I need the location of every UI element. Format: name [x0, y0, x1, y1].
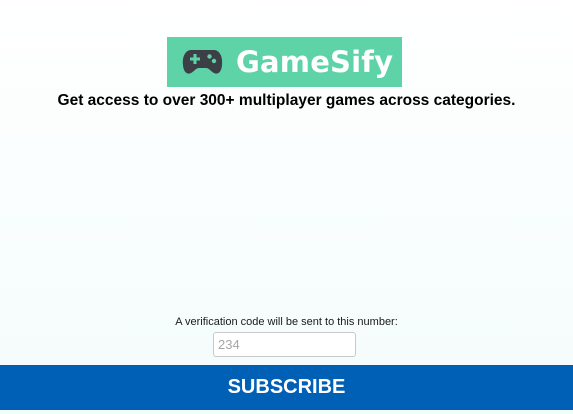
phone-number-input[interactable]	[213, 332, 356, 357]
tagline: Get access to over 300+ multiplayer game…	[57, 92, 516, 109]
verification-label: A verification code will be sent to this…	[175, 316, 398, 328]
logo-text: GameSify	[236, 44, 394, 79]
gamesify-logo: GameSify	[167, 37, 402, 87]
gamepad-icon	[182, 48, 223, 76]
subscribe-button[interactable]: SUBSCRIBE	[0, 365, 573, 410]
